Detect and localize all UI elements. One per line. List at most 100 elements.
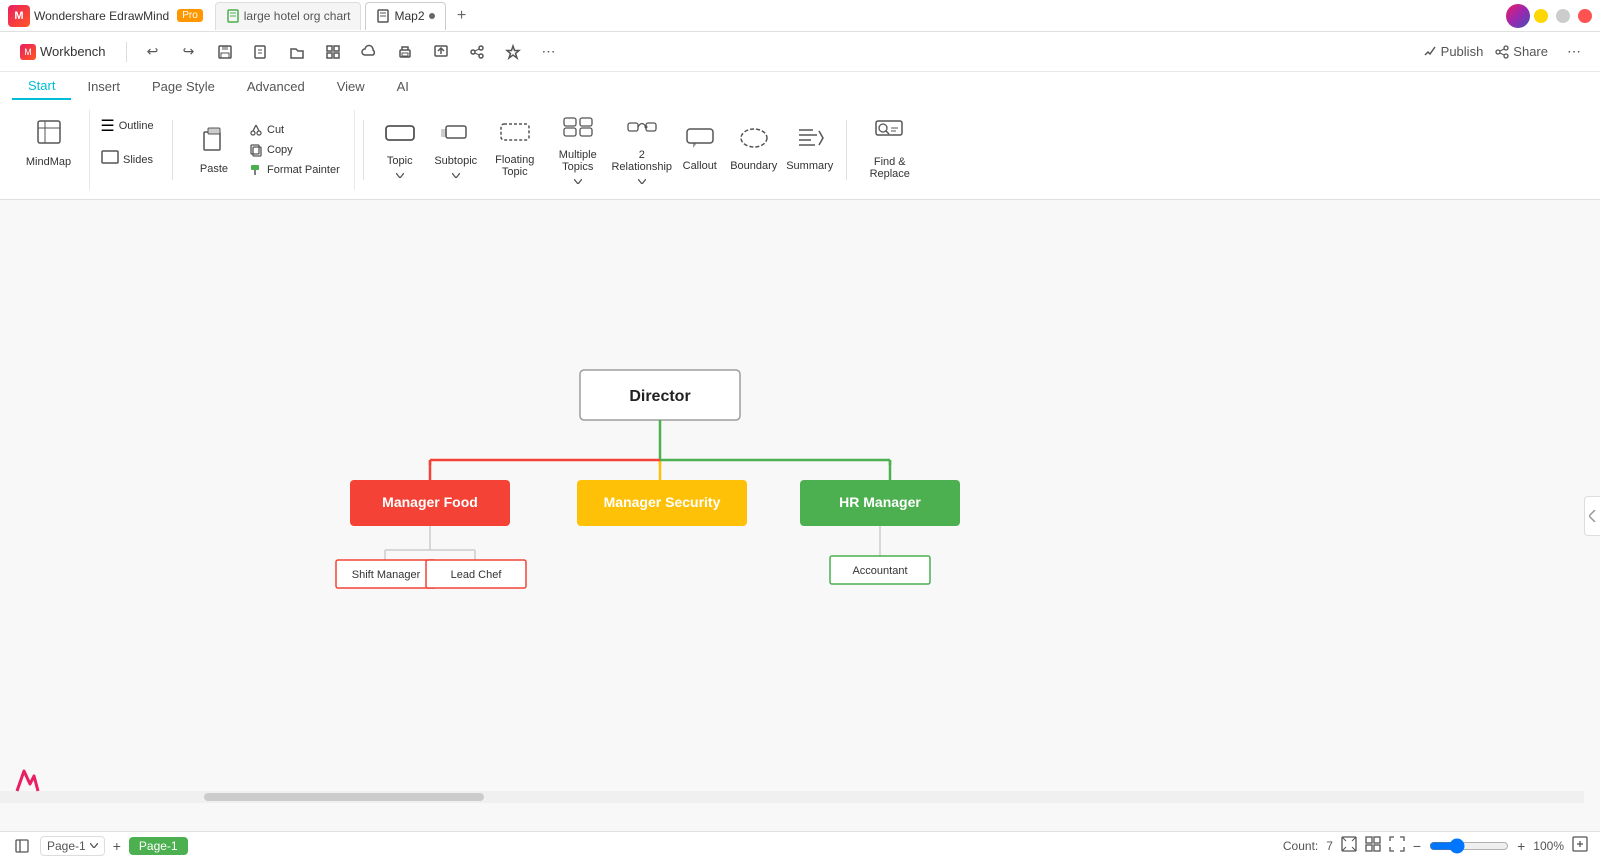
panel-toggle-button[interactable] (12, 836, 32, 856)
workbench-icon: M (20, 44, 36, 60)
org-chart-diagram[interactable]: Director Manager Food Manager Security H… (290, 360, 1070, 640)
mindmap-label: MindMap (26, 156, 71, 168)
main-canvas-area: Director Manager Food Manager Security H… (0, 200, 1600, 831)
export-button[interactable] (427, 38, 455, 66)
grid-view-button[interactable] (1365, 836, 1381, 855)
format-painter-button[interactable]: Format Painter (243, 161, 346, 179)
undo-button[interactable]: ↩ (139, 38, 167, 66)
outline-label: Outline (119, 120, 154, 132)
svg-text:Lead Chef: Lead Chef (451, 569, 503, 581)
new-button[interactable] (247, 38, 275, 66)
status-bar: Page-1 + Page-1 Count: 7 − + 100% (0, 831, 1600, 859)
fullscreen-button[interactable] (1389, 836, 1405, 855)
minimize-button[interactable] (1534, 9, 1548, 23)
mark-button[interactable] (499, 38, 527, 66)
tab-view[interactable]: View (321, 72, 381, 100)
boundary-button[interactable]: Boundary (726, 116, 782, 184)
clipboard-small-group: Cut Copy Format Painter (243, 116, 346, 184)
floating-topic-icon (499, 121, 531, 148)
active-page-tab[interactable]: Page-1 (129, 837, 188, 855)
multiple-topics-label: Multiple Topics (546, 149, 610, 173)
scrollbar-thumb[interactable] (204, 793, 484, 801)
print-button[interactable] (391, 38, 419, 66)
zoom-in-button[interactable]: + (1517, 838, 1525, 854)
summary-button[interactable]: Summary (782, 116, 838, 184)
more-options-button[interactable]: ⋯ (1560, 38, 1588, 66)
add-page-button[interactable]: + (113, 838, 121, 854)
multiple-topics-button[interactable]: Multiple Topics (546, 116, 610, 184)
summary-label: Summary (786, 160, 833, 172)
tab-insert[interactable]: Insert (71, 72, 136, 100)
cloud-button[interactable] (355, 38, 383, 66)
boundary-icon (739, 127, 769, 154)
subtopic-icon (440, 122, 472, 149)
mindmap-button[interactable]: MindMap (16, 110, 81, 178)
summary-icon (795, 127, 825, 154)
slides-button[interactable]: Slides (98, 144, 156, 176)
redo-button[interactable]: ↪ (175, 38, 203, 66)
find-replace-button[interactable]: Find & Replace (855, 116, 925, 184)
toolbar-row: M Workbench ↩ ↪ ⋯ Publish Share (0, 32, 1600, 72)
more-button[interactable]: ⋯ (535, 38, 563, 66)
title-bar: M Wondershare EdrawMind Pro large hotel … (0, 0, 1600, 32)
relationship-label: 2 Relationship (610, 149, 674, 173)
open-button[interactable] (283, 38, 311, 66)
relationship-chevron (638, 179, 646, 184)
cut-button[interactable]: Cut (243, 121, 346, 139)
restore-button[interactable] (1556, 9, 1570, 23)
tab-advanced[interactable]: Advanced (231, 72, 321, 100)
copy-icon (249, 143, 263, 157)
find-replace-icon (874, 119, 906, 150)
tab-map2-icon (376, 9, 390, 23)
tab-hotel-label: large hotel org chart (244, 9, 351, 23)
fullscreen-expand-button[interactable] (1572, 836, 1588, 855)
app-name: Wondershare EdrawMind (34, 9, 169, 23)
svg-text:HR Manager: HR Manager (839, 494, 921, 510)
callout-label: Callout (683, 160, 717, 172)
zoom-level: 100% (1533, 839, 1564, 853)
tab-ai[interactable]: AI (381, 72, 425, 100)
workbench-button[interactable]: M Workbench (12, 40, 114, 64)
subtopic-button[interactable]: Subtopic (428, 116, 484, 184)
topic-button[interactable]: Topic (372, 116, 428, 184)
relationship-button[interactable]: 2 Relationship (610, 116, 674, 184)
close-button[interactable] (1578, 9, 1592, 23)
publish-button[interactable]: Publish (1423, 44, 1484, 59)
tab-map2[interactable]: Map2 (365, 2, 445, 30)
pro-badge: Pro (177, 9, 203, 22)
fit-page-button[interactable] (1341, 836, 1357, 855)
paste-button[interactable]: Paste (189, 116, 239, 184)
add-tab-button[interactable]: + (450, 4, 474, 28)
slides-icon (101, 150, 119, 169)
toolbar-right: Publish Share ⋯ (1423, 38, 1588, 66)
template-button[interactable] (319, 38, 347, 66)
bottom-logo (12, 766, 42, 796)
window-controls (1534, 9, 1592, 23)
zoom-out-button[interactable]: − (1413, 838, 1421, 854)
share-icon (1495, 45, 1509, 59)
tab-page-style[interactable]: Page Style (136, 72, 231, 100)
tab-map2-label: Map2 (394, 9, 424, 23)
ribbon-content: MindMap ☰ Outline Slides Paste C (0, 100, 1600, 200)
tab-hotel[interactable]: large hotel org chart (215, 2, 362, 30)
page-selector[interactable]: Page-1 (40, 836, 105, 856)
floating-topic-button[interactable]: Floating Topic (484, 116, 546, 184)
user-avatar[interactable] (1506, 4, 1530, 28)
outline-button[interactable]: ☰ Outline (98, 110, 156, 142)
copy-button[interactable]: Copy (243, 141, 346, 159)
cut-label: Cut (267, 124, 284, 136)
format-painter-label: Format Painter (267, 164, 340, 176)
zoom-slider[interactable] (1429, 838, 1509, 854)
tab-start[interactable]: Start (12, 72, 71, 100)
callout-button[interactable]: Callout (674, 116, 726, 184)
share-label: Share (1513, 44, 1548, 59)
horizontal-scrollbar[interactable] (0, 791, 1584, 803)
save-button[interactable] (211, 38, 239, 66)
share-export-button[interactable] (463, 38, 491, 66)
share-button[interactable]: Share (1495, 44, 1548, 59)
mindmap-icon (36, 119, 62, 152)
subtopic-label: Subtopic (434, 155, 477, 167)
count-label: Count: (1283, 839, 1318, 853)
workbench-label: Workbench (40, 44, 106, 59)
right-panel-toggle[interactable] (1584, 496, 1600, 536)
